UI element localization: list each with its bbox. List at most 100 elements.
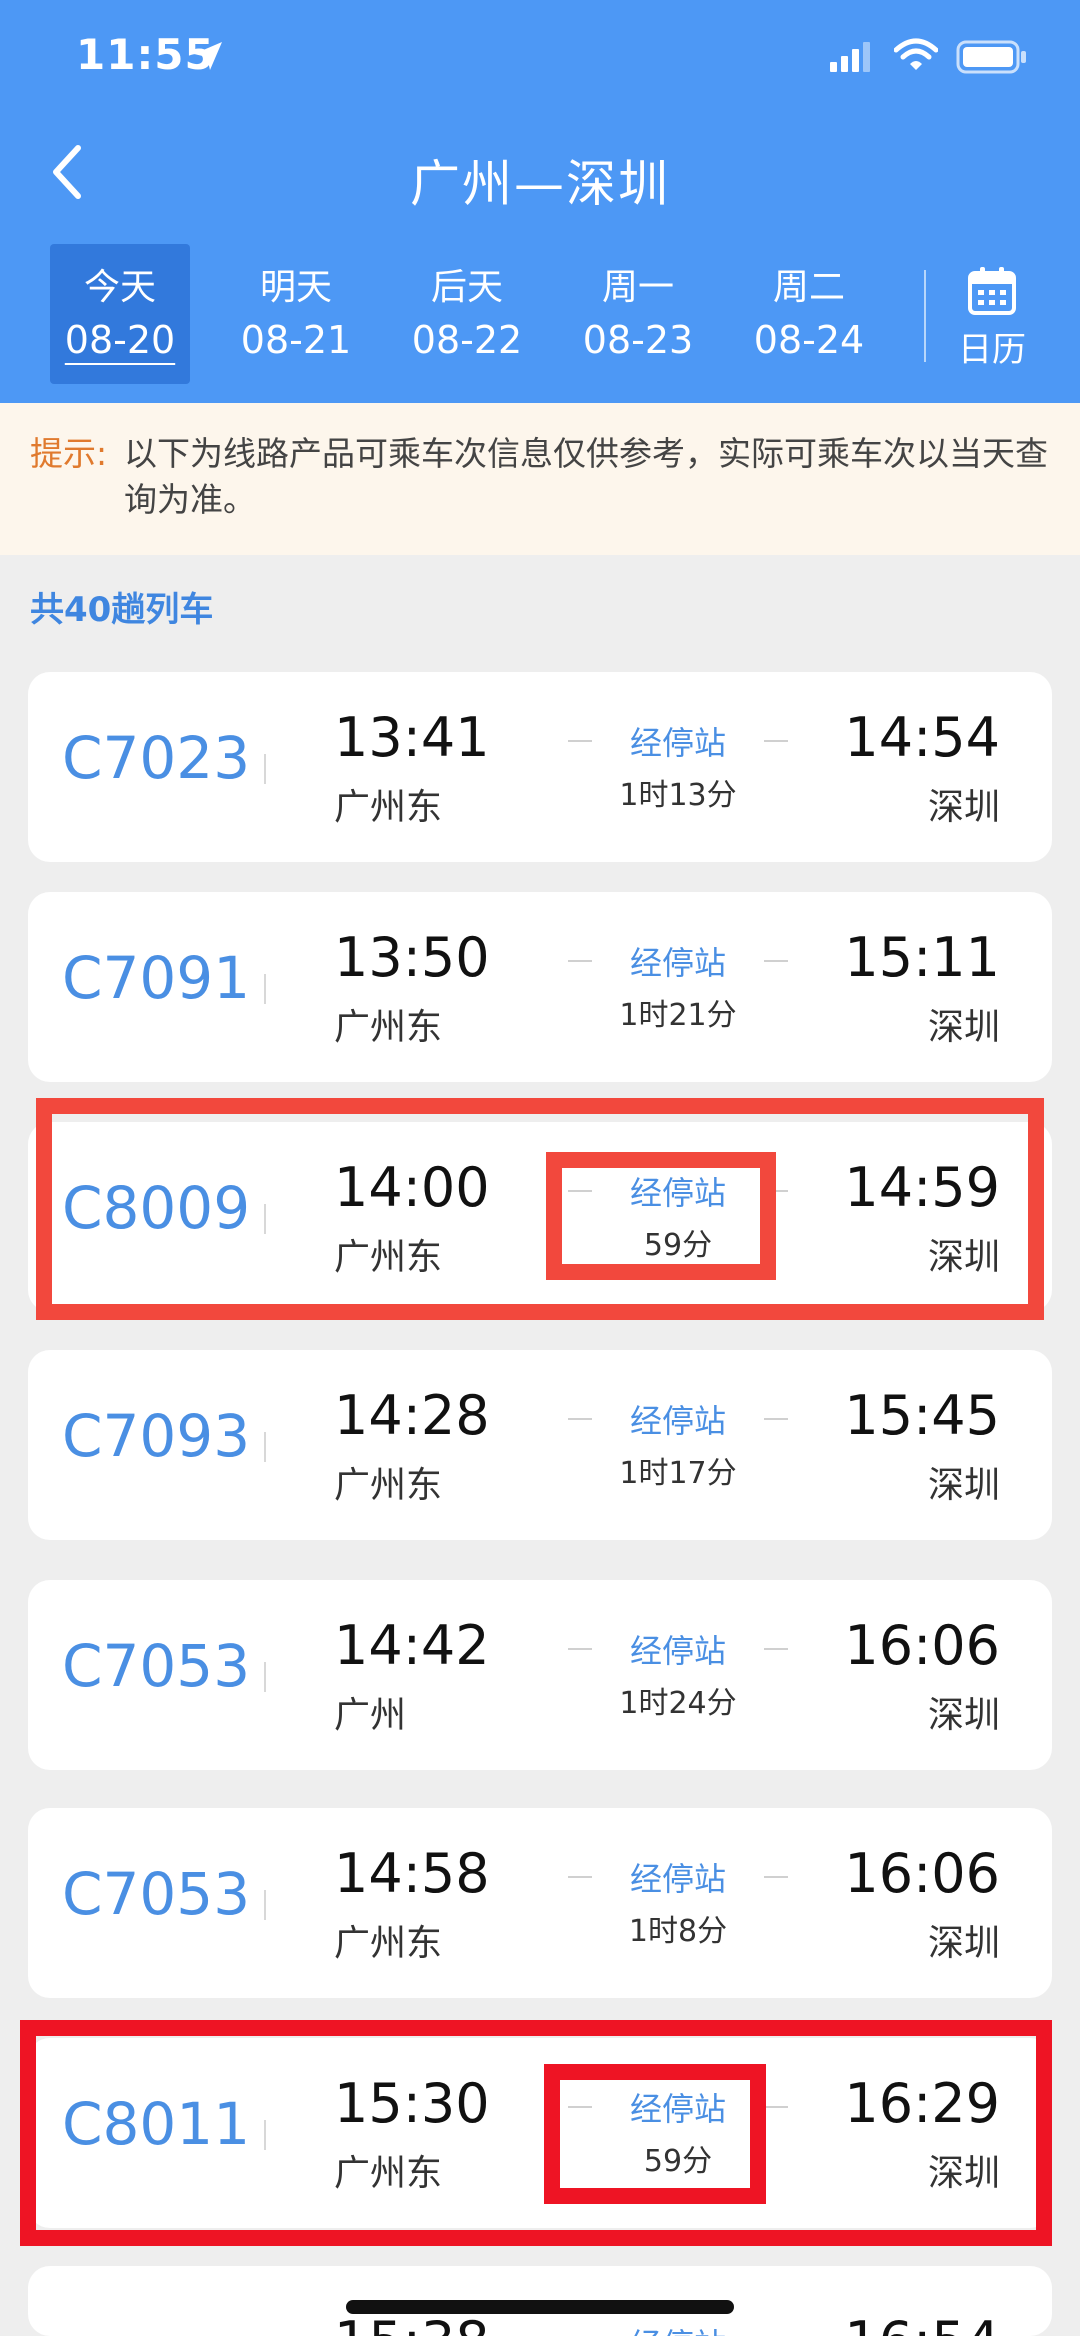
date-tab-date: 08-24	[753, 318, 865, 362]
departure-time: 13:41	[334, 706, 490, 769]
highlight-box	[20, 2020, 1052, 2246]
departure-station: 广州东	[334, 1007, 443, 1048]
departure-station: 广州东	[334, 1923, 443, 1964]
train-card[interactable]: C7023 13:41 广州东 经停站 1时13分 14:54 深圳	[28, 672, 1052, 862]
arrival-time: 15:45	[844, 1384, 1000, 1447]
page-title: 广州—深圳	[410, 155, 670, 213]
divider	[264, 1890, 266, 1920]
date-tab-tuesday[interactable]: 周二 08-24	[739, 244, 879, 384]
duration: 1时13分	[619, 778, 737, 813]
duration: 1时24分	[619, 1686, 737, 1721]
date-tabs: 今天 08-20 明天 08-21 后天 08-22 周一 08-23 周二 0…	[0, 240, 1080, 390]
date-tab-date: 08-22	[411, 318, 523, 362]
header: 11:55 广州—深圳 今天 08-20 明天 08-21 后天 08-22 周…	[0, 0, 1080, 403]
train-card[interactable]: C7053 14:42 广州 经停站 1时24分 16:06 深圳	[28, 1580, 1052, 1770]
via-stations-link[interactable]: 经停站	[568, 938, 788, 984]
notice-banner: 提示: 以下为线路产品可乘车次信息仅供参考，实际可乘车次以当天查询为准。	[0, 403, 1080, 555]
train-number: C7023	[62, 724, 251, 792]
date-tab-day: 明天	[259, 267, 332, 308]
divider	[264, 1662, 266, 1692]
calendar-button[interactable]: 日历	[944, 266, 1040, 376]
departure-station: 广州东	[334, 1465, 443, 1506]
line-decoration	[764, 1418, 788, 1420]
arrival-station: 深圳	[927, 1007, 1000, 1048]
highlight-box	[546, 1152, 776, 1280]
arrival-time: 14:54	[844, 706, 1000, 769]
calendar-label: 日历	[958, 330, 1026, 370]
line-decoration	[568, 1648, 592, 1650]
line-decoration	[764, 1648, 788, 1650]
arrival-time: 15:11	[844, 926, 1000, 989]
battery-icon	[956, 40, 1026, 74]
departure-station: 广州	[334, 1695, 407, 1736]
highlight-box	[36, 1098, 1044, 1320]
status-bar: 11:55	[0, 0, 1080, 120]
wifi-icon	[894, 38, 938, 70]
train-count: 共40趟列车	[30, 590, 214, 630]
train-card[interactable]: C7091 13:50 广州东 经停站 1时21分 15:11 深圳	[28, 892, 1052, 1082]
date-tab-monday[interactable]: 周一 08-23	[568, 244, 708, 384]
line-decoration	[764, 740, 788, 742]
departure-time: 14:28	[334, 1384, 490, 1447]
train-number: C7093	[62, 1402, 251, 1470]
stops-info[interactable]: 经停站 1时8分	[568, 1854, 788, 1950]
stops-info[interactable]: 经停站 1时21分	[568, 938, 788, 1034]
date-tab-date: 08-20	[64, 318, 176, 362]
date-tab-day: 后天	[430, 267, 503, 308]
line-decoration	[568, 740, 592, 742]
stops-info[interactable]: 经停站 1时24分	[568, 1626, 788, 1722]
duration: 1时17分	[619, 1456, 737, 1491]
departure-time: 13:50	[334, 926, 490, 989]
via-stations-link[interactable]: 经停站	[568, 1626, 788, 1672]
arrival-station: 深圳	[927, 787, 1000, 828]
arrival-station: 深圳	[927, 1465, 1000, 1506]
line-decoration	[568, 1418, 592, 1420]
line-decoration	[764, 1876, 788, 1878]
date-tab-tomorrow[interactable]: 明天 08-21	[226, 244, 366, 384]
line-decoration	[764, 960, 788, 962]
divider	[264, 974, 266, 1004]
via-stations-link[interactable]: 经停站	[568, 718, 788, 764]
departure-station: 广州东	[334, 787, 443, 828]
highlight-box	[544, 2064, 766, 2204]
nav-bar: 广州—深圳	[0, 130, 1080, 216]
date-tab-today[interactable]: 今天 08-20	[50, 244, 190, 384]
notice-label: 提示:	[30, 434, 108, 473]
departure-time: 14:58	[334, 1842, 490, 1905]
train-number: C7053	[62, 1632, 251, 1700]
line-decoration	[568, 1876, 592, 1878]
divider	[264, 754, 266, 784]
divider	[264, 1432, 266, 1462]
train-number: C7053	[62, 1860, 251, 1928]
tab-divider	[924, 270, 926, 362]
train-card[interactable]: C7053 14:58 广州东 经停站 1时8分 16:06 深圳	[28, 1808, 1052, 1998]
arrival-station: 深圳	[927, 1923, 1000, 1964]
date-tab-day: 周二	[772, 267, 845, 308]
via-stations-link[interactable]: 经停站	[568, 1854, 788, 1900]
arrival-time: 16:54	[844, 2310, 1000, 2336]
departure-time: 14:42	[334, 1614, 490, 1677]
arrival-time: 16:06	[844, 1842, 1000, 1905]
train-card[interactable]: C7093 14:28 广州东 经停站 1时17分 15:45 深圳	[28, 1350, 1052, 1540]
notice-text: 以下为线路产品可乘车次信息仅供参考，实际可乘车次以当天查询为准。	[124, 434, 1048, 519]
calendar-icon	[968, 267, 1016, 315]
stops-info[interactable]: 经停站 1时17分	[568, 1396, 788, 1492]
via-stations-link[interactable]: 经停站	[568, 2320, 788, 2336]
signal-icon	[830, 42, 870, 72]
arrival-station: 深圳	[927, 1695, 1000, 1736]
date-tab-day-after[interactable]: 后天 08-22	[397, 244, 537, 384]
train-number: C7091	[62, 944, 251, 1012]
arrival-time: 16:06	[844, 1614, 1000, 1677]
date-tab-date: 08-23	[582, 318, 694, 362]
date-tab-date: 08-21	[240, 318, 352, 362]
stops-info[interactable]: 经停站 1时13分	[568, 718, 788, 814]
home-indicator	[346, 2300, 734, 2314]
duration: 1时8分	[628, 1914, 728, 1949]
stops-info[interactable]: 经停站	[568, 2320, 788, 2336]
duration: 1时21分	[619, 998, 737, 1033]
line-decoration	[568, 960, 592, 962]
location-arrow-icon	[194, 42, 222, 70]
date-tab-day: 今天	[83, 267, 156, 308]
via-stations-link[interactable]: 经停站	[568, 1396, 788, 1442]
date-tab-day: 周一	[601, 267, 674, 308]
